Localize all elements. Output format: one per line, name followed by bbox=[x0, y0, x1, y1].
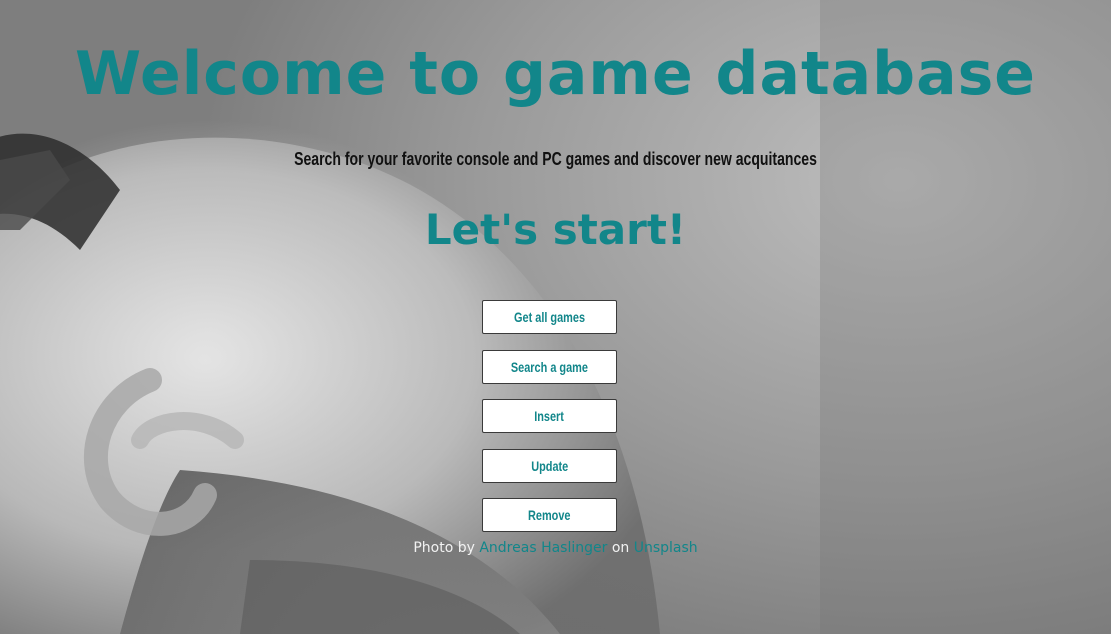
page-title: Welcome to game database bbox=[75, 39, 1036, 109]
remove-label: Remove bbox=[528, 507, 571, 523]
insert-button[interactable]: Insert bbox=[482, 399, 617, 433]
action-buttons: Get all games Search a game Insert Updat… bbox=[482, 300, 617, 548]
get-all-games-button[interactable]: Get all games bbox=[482, 300, 617, 334]
credit-source-link[interactable]: Unsplash bbox=[634, 540, 698, 556]
credit-author-link[interactable]: Andreas Haslinger bbox=[479, 540, 607, 556]
insert-label: Insert bbox=[534, 408, 565, 424]
search-game-label: Search a game bbox=[510, 358, 589, 375]
page-subtitle: Search for your favorite console and PC … bbox=[294, 149, 817, 169]
remove-button[interactable]: Remove bbox=[482, 498, 617, 532]
photo-credit: Photo by Andreas Haslinger on Unsplash bbox=[0, 539, 1111, 557]
get-all-games-label: Get all games bbox=[513, 309, 586, 325]
search-game-button[interactable]: Search a game bbox=[482, 349, 617, 384]
credit-prefix: Photo by bbox=[413, 540, 475, 556]
credit-middle: on bbox=[611, 540, 630, 556]
start-heading: Let's start! bbox=[424, 205, 687, 254]
update-button[interactable]: Update bbox=[482, 448, 617, 483]
main-content: Welcome to game database Search for your… bbox=[0, 0, 1111, 634]
update-label: Update bbox=[530, 457, 568, 474]
